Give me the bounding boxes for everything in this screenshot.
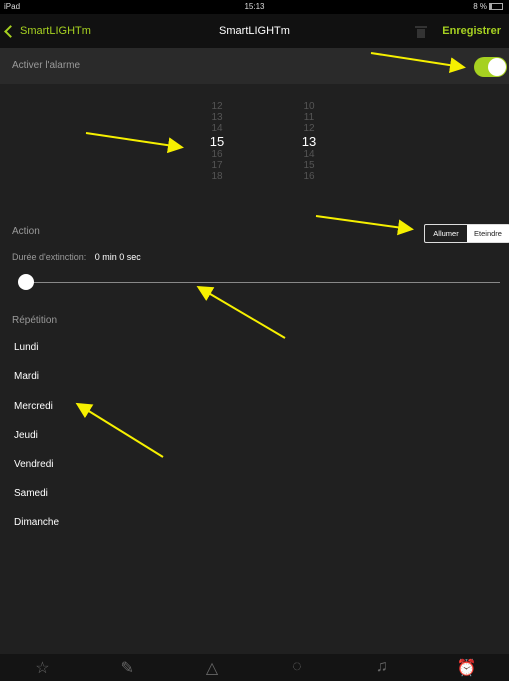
tab-favorites[interactable]: ☆ [0, 654, 85, 681]
arrow-to-picker [85, 132, 184, 154]
tab-music[interactable]: ♫ [339, 654, 424, 681]
arrow-to-segment [315, 215, 414, 236]
music-note-icon: ♫ [375, 658, 388, 675]
tab-scenes[interactable]: △ [170, 654, 255, 681]
cycle-icon: ◌ [292, 658, 302, 675]
tab-edit[interactable]: ✎ [85, 654, 170, 681]
annotation-arrows [75, 52, 466, 458]
tab-alarm[interactable]: ⏰ [424, 654, 509, 681]
alarm-clock-icon: ⏰ [456, 660, 477, 677]
tab-bar: ☆ ✎ △ ◌ ♫ ⏰ [0, 654, 509, 681]
pencil-icon: ✎ [120, 660, 134, 677]
arrow-to-slider [196, 285, 286, 339]
tab-cycle[interactable]: ◌ [254, 654, 339, 681]
arrow-to-toggle [370, 52, 466, 74]
arrow-to-days [75, 402, 164, 458]
star-icon: ☆ [35, 660, 50, 677]
triangle-icon: △ [205, 660, 219, 677]
